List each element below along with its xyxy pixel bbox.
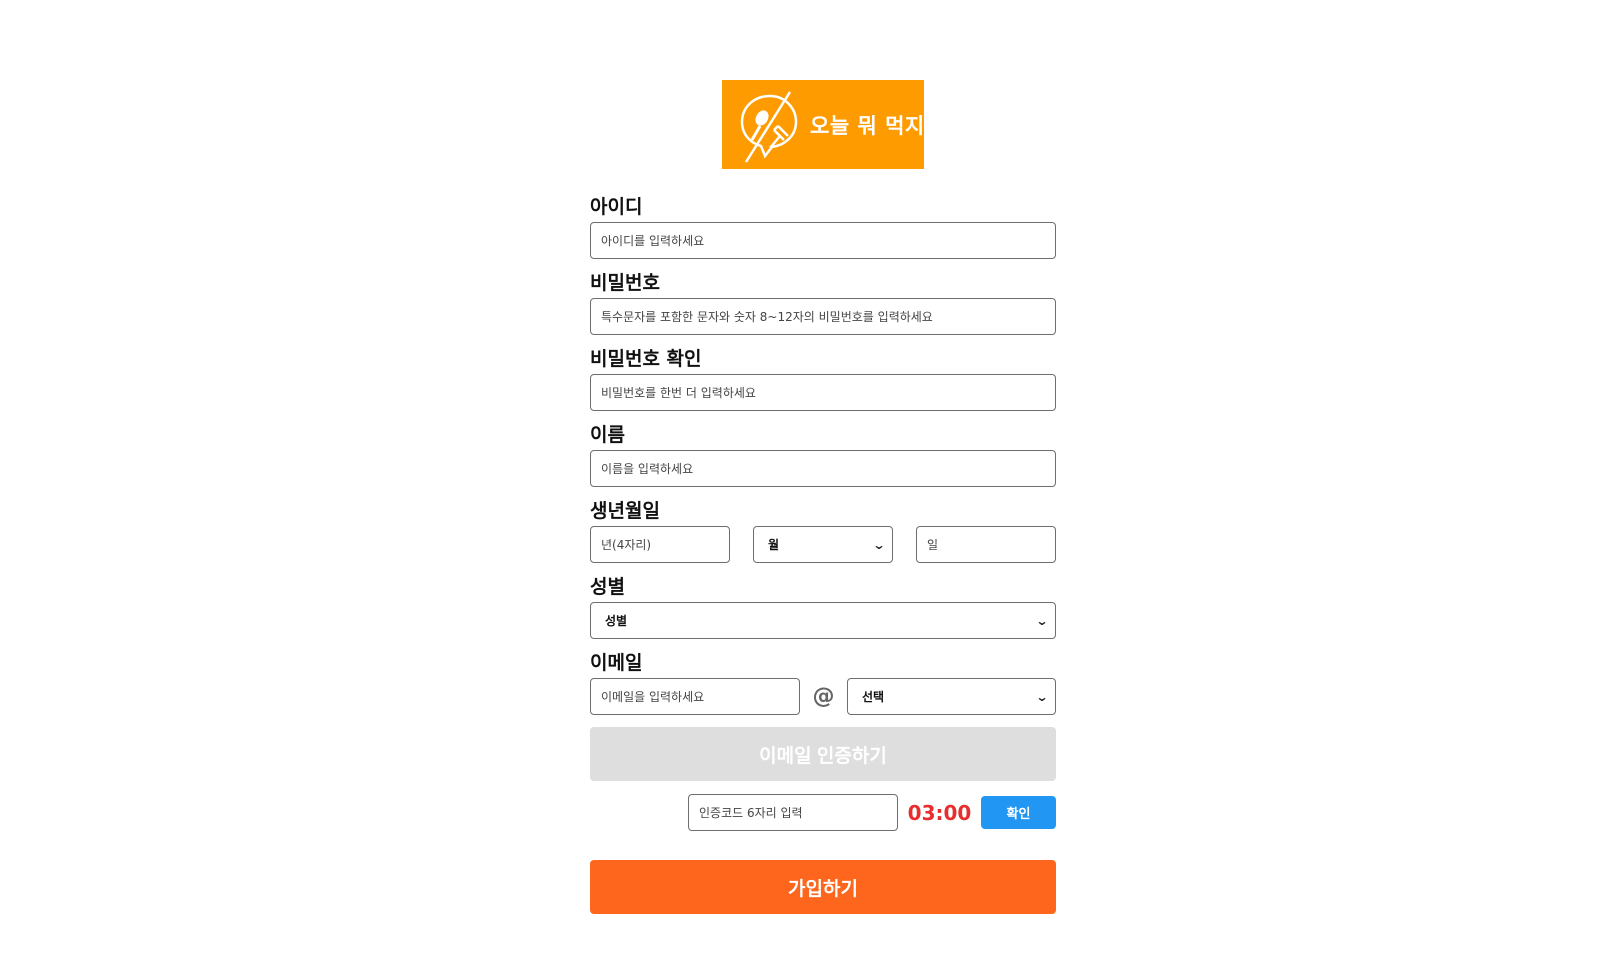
email-domain-select[interactable]: 선택 ⌄ <box>847 678 1056 715</box>
password-input[interactable] <box>590 298 1056 335</box>
email-label: 이메일 <box>590 652 643 674</box>
gender-value: 성별 <box>605 614 628 628</box>
id-label: 아이디 <box>590 196 643 218</box>
birth-month-select[interactable]: 월 ⌄ <box>753 526 893 563</box>
chevron-down-icon: ⌄ <box>1035 689 1049 704</box>
password-confirm-label: 비밀번호 확인 <box>590 348 702 370</box>
birth-year-input[interactable] <box>590 526 730 563</box>
at-sign: @ <box>812 684 835 709</box>
verification-code-input[interactable] <box>688 794 898 831</box>
logo: 오늘 뭐 먹지? <box>722 80 937 169</box>
logo-area: 오늘 뭐 먹지? <box>590 80 1056 169</box>
password-label: 비밀번호 <box>590 272 660 294</box>
countdown-timer: 03:00 <box>907 800 972 825</box>
name-input[interactable] <box>590 450 1056 487</box>
email-domain-value: 선택 <box>862 690 885 704</box>
confirm-code-button[interactable]: 확인 <box>981 796 1056 829</box>
email-input[interactable] <box>590 678 800 715</box>
signup-button[interactable]: 가입하기 <box>590 860 1056 914</box>
birth-day-input[interactable] <box>916 526 1056 563</box>
gender-select[interactable]: 성별 ⌄ <box>590 602 1056 639</box>
birth-month-value: 월 <box>768 538 780 552</box>
gender-label: 성별 <box>590 576 625 598</box>
email-row: @ 선택 ⌄ <box>590 678 1056 715</box>
chevron-down-icon: ⌄ <box>1035 613 1049 628</box>
id-input[interactable] <box>590 222 1056 259</box>
name-label: 이름 <box>590 424 625 446</box>
password-confirm-input[interactable] <box>590 374 1056 411</box>
signup-form: 오늘 뭐 먹지? 아이디 비밀번호 비밀번호 확인 이름 생년월일 월 ⌄ 성별… <box>590 80 1056 914</box>
birth-row: 월 ⌄ <box>590 526 1056 563</box>
chat-fork-spoon-icon <box>740 90 798 163</box>
birth-label: 생년월일 <box>590 500 660 522</box>
verification-code-row: 03:00 확인 <box>590 794 1056 831</box>
logo-text: 오늘 뭐 먹지? <box>810 113 938 138</box>
verify-email-button[interactable]: 이메일 인증하기 <box>590 727 1056 781</box>
chevron-down-icon: ⌄ <box>872 537 886 552</box>
